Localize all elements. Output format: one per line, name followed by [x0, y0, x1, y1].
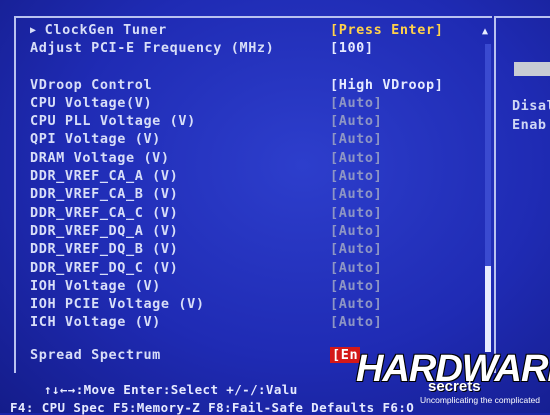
setting-label[interactable]: DDR_VREF_DQ_A (V)	[30, 223, 178, 239]
scroll-thumb[interactable]	[485, 266, 491, 352]
setting-label-text: DRAM Voltage (V)	[30, 150, 170, 166]
help-text-line-2: Enab	[512, 117, 547, 133]
setting-label[interactable]: QPI Voltage (V)	[30, 131, 161, 147]
setting-label[interactable]: DDR_VREF_CA_A (V)	[30, 168, 178, 184]
setting-label-text: ClockGen Tuner	[44, 22, 167, 38]
setting-label-text: Adjust PCI-E Frequency (MHz)	[30, 40, 275, 56]
setting-value[interactable]: [Auto]	[330, 113, 382, 129]
setting-label-text: DDR_VREF_DQ_C (V)	[30, 260, 179, 276]
watermark-tagline: Uncomplicating the complicated	[420, 395, 541, 405]
setting-value[interactable]: [100]	[330, 40, 374, 56]
setting-label[interactable]: DDR_VREF_CA_B (V)	[30, 186, 178, 202]
setting-label[interactable]: Adjust PCI-E Frequency (MHz)	[30, 40, 274, 56]
setting-value[interactable]: [Auto]	[330, 95, 382, 111]
setting-value[interactable]: [Auto]	[330, 241, 382, 257]
setting-value[interactable]: [Auto]	[330, 223, 382, 239]
setting-label[interactable]: IOH PCIE Voltage (V)	[30, 296, 205, 312]
setting-value[interactable]: [Auto]	[330, 205, 382, 221]
setting-value[interactable]: [Press Enter]	[330, 22, 443, 38]
setting-value[interactable]: [Auto]	[330, 186, 382, 202]
setting-label[interactable]: CPU PLL Voltage (V)	[30, 113, 196, 129]
setting-label-text: DDR_VREF_CA_C (V)	[30, 205, 179, 221]
triangle-right-icon: ▶	[30, 25, 37, 36]
setting-value[interactable]: [Auto]	[330, 260, 382, 276]
setting-label[interactable]: DDR_VREF_DQ_C (V)	[30, 260, 178, 276]
setting-label-text: IOH PCIE Voltage (V)	[30, 296, 205, 312]
setting-label-text: CPU PLL Voltage (V)	[30, 113, 196, 129]
footer-line-1: ↑↓←→:Move Enter:Select +/-/:Valu	[44, 382, 298, 397]
setting-label[interactable]: DRAM Voltage (V)	[30, 150, 170, 166]
scrollbar[interactable]: ▲	[482, 26, 494, 366]
help-text-line-1: Disal	[512, 98, 550, 114]
setting-label[interactable]: ICH Voltage (V)	[30, 314, 161, 330]
setting-value[interactable]: [Auto]	[330, 314, 382, 330]
setting-label-text: CPU Voltage(V)	[30, 95, 153, 111]
setting-label[interactable]: ▶ ClockGen Tuner	[30, 22, 167, 38]
setting-label[interactable]: IOH Voltage (V)	[30, 278, 161, 294]
setting-value[interactable]: [Auto]	[330, 278, 382, 294]
setting-label[interactable]: CPU Voltage(V)	[30, 95, 152, 111]
setting-value[interactable]: [High VDroop]	[330, 77, 443, 93]
setting-label-text: DDR_VREF_DQ_B (V)	[30, 241, 179, 257]
setting-label[interactable]: VDroop Control	[30, 77, 152, 93]
watermark-subtitle: secrets	[428, 378, 481, 395]
setting-label[interactable]: Spread Spectrum	[30, 347, 161, 363]
setting-value[interactable]: [Auto]	[330, 168, 382, 184]
setting-label-text: ICH Voltage (V)	[30, 314, 161, 330]
scroll-up-icon[interactable]: ▲	[482, 26, 488, 37]
setting-value[interactable]: [Auto]	[330, 131, 382, 147]
setting-label-text: DDR_VREF_CA_A (V)	[30, 168, 179, 184]
setting-value[interactable]: [Auto]	[330, 150, 382, 166]
setting-label[interactable]: DDR_VREF_CA_C (V)	[30, 205, 178, 221]
setting-label[interactable]: DDR_VREF_DQ_B (V)	[30, 241, 178, 257]
setting-label-text: DDR_VREF_CA_B (V)	[30, 186, 179, 202]
setting-label-text: IOH Voltage (V)	[30, 278, 161, 294]
setting-value[interactable]: [Auto]	[330, 296, 382, 312]
setting-label-text: Spread Spectrum	[30, 347, 161, 363]
hardware-secrets-watermark: HARDWARE secrets Uncomplicating the comp…	[356, 348, 550, 408]
setting-label-text: VDroop Control	[30, 77, 153, 93]
setting-label-text: QPI Voltage (V)	[30, 131, 161, 147]
help-panel-bar	[514, 62, 550, 76]
setting-label-text: DDR_VREF_DQ_A (V)	[30, 223, 179, 239]
